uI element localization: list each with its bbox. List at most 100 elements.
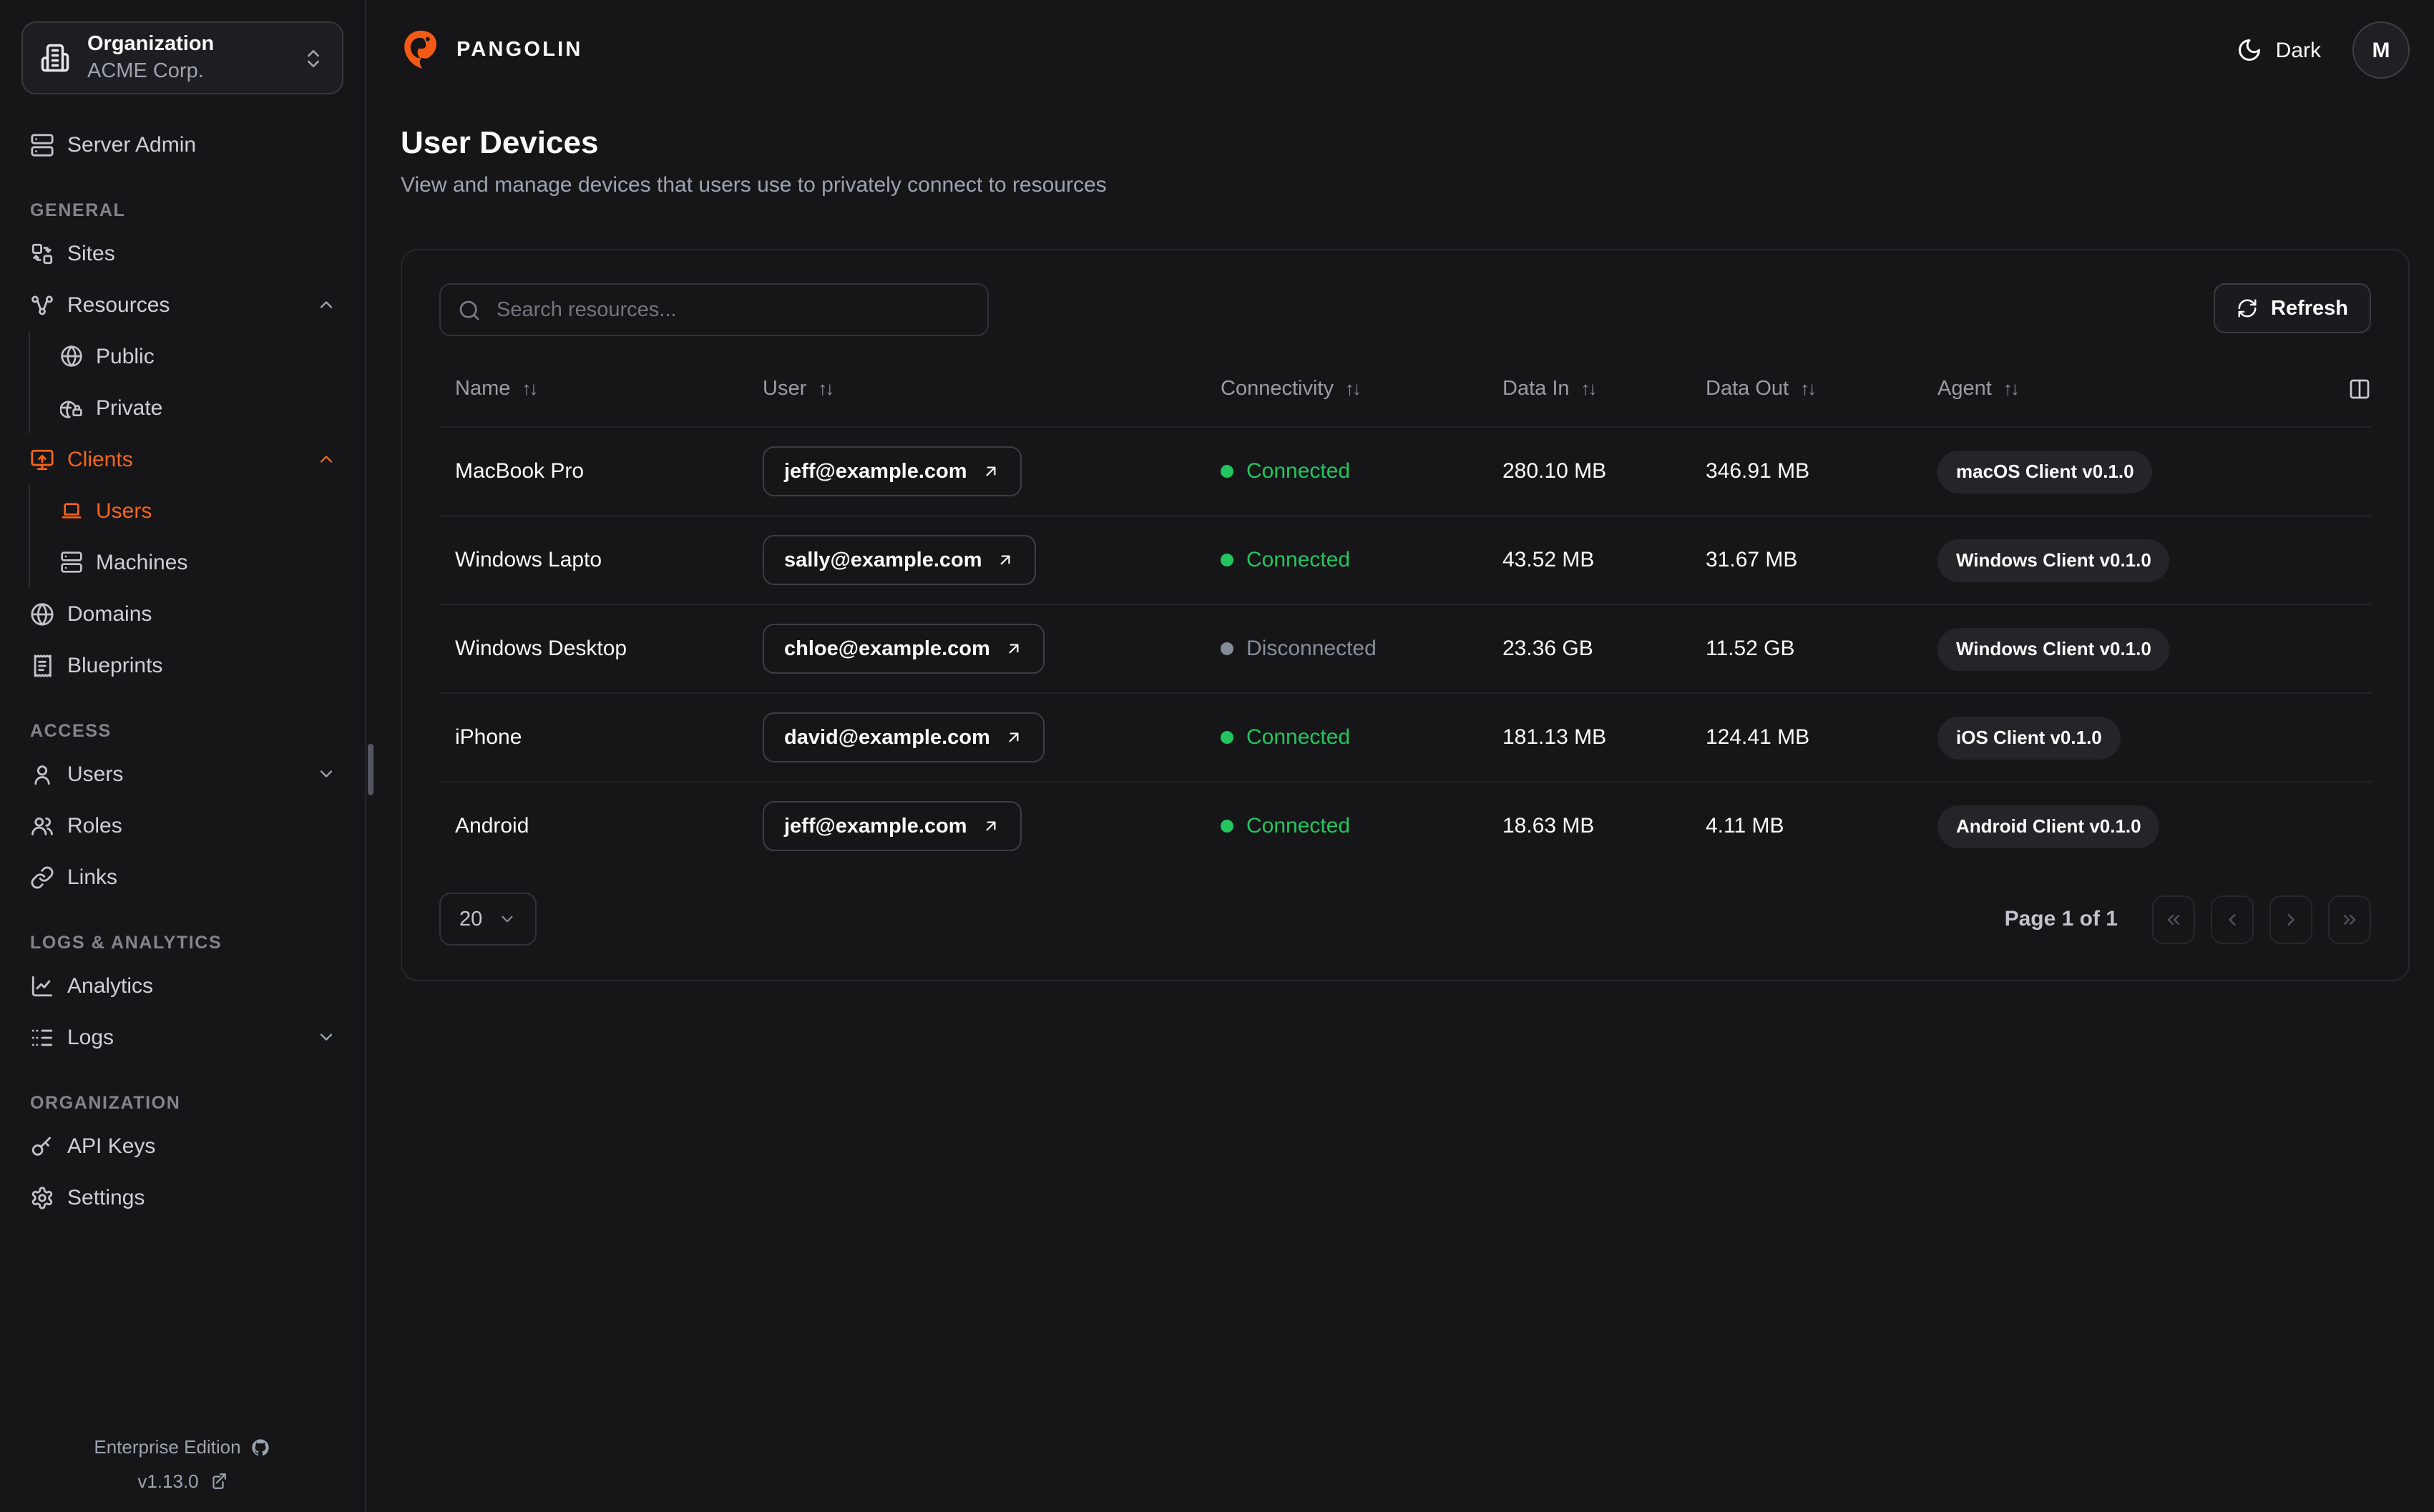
chevrons-left-icon	[2164, 909, 2184, 929]
column-header-data-out[interactable]: Data Out ↑↓	[1706, 377, 1937, 400]
theme-toggle[interactable]: Dark	[2237, 37, 2321, 63]
page-subtitle: View and manage devices that users use t…	[401, 173, 1107, 197]
column-label: Data In	[1502, 377, 1570, 400]
sort-icon[interactable]: ↑↓	[818, 378, 834, 399]
device-name: Windows Desktop	[455, 637, 627, 661]
sidebar-item-logs[interactable]: Logs	[21, 1011, 343, 1063]
laptop-icon	[60, 499, 83, 522]
sidebar-item-private[interactable]: Private	[30, 382, 343, 433]
column-header-name[interactable]: Name ↑↓	[439, 377, 763, 400]
first-page-button[interactable]	[2152, 895, 2195, 943]
data-in-value: 181.13 MB	[1502, 725, 1607, 750]
refresh-button[interactable]: Refresh	[2214, 283, 2371, 333]
brand[interactable]: PANGOLIN	[401, 29, 583, 72]
section-label-general: GENERAL	[30, 200, 126, 220]
sidebar-item-sites[interactable]: Sites	[21, 227, 343, 279]
sort-icon[interactable]: ↑↓	[1800, 378, 1817, 399]
user-link-button[interactable]: jeff@example.com	[763, 446, 1022, 496]
sidebar-item-client-users[interactable]: Users	[30, 485, 343, 536]
sort-icon[interactable]: ↑↓	[522, 378, 538, 399]
column-header-user[interactable]: User ↑↓	[763, 377, 1221, 400]
table-row: MacBook Pro jeff@example.com Connected 2…	[439, 426, 2371, 515]
sidebar-item-label: Roles	[67, 813, 122, 838]
sidebar-item-links[interactable]: Links	[21, 851, 343, 903]
connectivity-status: Connected	[1221, 548, 1502, 572]
sidebar-item-settings[interactable]: Settings	[21, 1172, 343, 1223]
next-page-button[interactable]	[2269, 895, 2312, 943]
chart-line-icon	[30, 973, 54, 998]
globe-icon	[60, 345, 83, 368]
server-icon	[30, 132, 54, 157]
status-dot	[1221, 731, 1233, 744]
search-input[interactable]	[494, 297, 970, 323]
user-link-button[interactable]: chloe@example.com	[763, 624, 1045, 674]
table-header-row: Name ↑↓ User ↑↓ Connectivity ↑↓ Data In …	[439, 350, 2371, 426]
agent-badge: Windows Client v0.1.0	[1937, 539, 2170, 581]
data-out-value: 4.11 MB	[1706, 814, 1784, 838]
edition-label: Enterprise Edition	[94, 1436, 241, 1458]
github-icon	[251, 1437, 271, 1457]
refresh-label: Refresh	[2271, 297, 2348, 320]
device-name: iPhone	[455, 725, 522, 750]
sort-icon[interactable]: ↑↓	[2003, 378, 2020, 399]
sidebar-item-clients[interactable]: Clients	[21, 433, 343, 485]
status-label: Connected	[1246, 548, 1351, 572]
pagination-bar: 20 Page 1 of 1	[439, 893, 2371, 946]
org-selector[interactable]: Organization ACME Corp.	[21, 21, 343, 94]
column-visibility-button[interactable]	[2348, 377, 2371, 400]
avatar[interactable]: M	[2352, 21, 2410, 79]
arrow-up-right-icon	[982, 817, 1000, 835]
column-header-data-in[interactable]: Data In ↑↓	[1502, 377, 1706, 400]
status-dot	[1221, 820, 1233, 833]
key-icon	[30, 1134, 54, 1158]
device-name: Windows Lapto	[455, 548, 602, 572]
resources-icon	[30, 293, 54, 317]
clients-subgroup: Users Machines	[29, 485, 343, 588]
sidebar-item-server-admin[interactable]: Server Admin	[21, 119, 343, 170]
last-page-button[interactable]	[2328, 895, 2371, 943]
viewport: Organization ACME Corp. Server Admin GEN…	[0, 0, 2434, 1512]
user-link-button[interactable]: jeff@example.com	[763, 801, 1022, 851]
sidebar-item-domains[interactable]: Domains	[21, 588, 343, 639]
edition-line[interactable]: Enterprise Edition	[0, 1436, 365, 1458]
user-email: jeff@example.com	[784, 815, 967, 838]
sites-icon	[30, 241, 54, 265]
sidebar-item-analytics[interactable]: Analytics	[21, 960, 343, 1011]
connectivity-status: Connected	[1221, 459, 1502, 483]
org-text: Organization ACME Corp.	[87, 31, 214, 84]
page-size-select[interactable]: 20	[439, 893, 537, 946]
moon-icon	[2237, 37, 2263, 63]
sidebar-item-label: Private	[96, 396, 163, 420]
sidebar-item-users[interactable]: Users	[21, 748, 343, 800]
status-dot	[1221, 465, 1233, 478]
user-link-button[interactable]: david@example.com	[763, 712, 1045, 762]
sidebar-item-roles[interactable]: Roles	[21, 800, 343, 851]
user-email: david@example.com	[784, 726, 990, 749]
column-label: Name	[455, 377, 511, 400]
version-line[interactable]: v1.13.0	[0, 1471, 365, 1492]
list-icon	[30, 1025, 54, 1049]
chevron-up-icon	[316, 295, 336, 315]
user-link-button[interactable]: sally@example.com	[763, 535, 1037, 585]
connectivity-status: Connected	[1221, 814, 1502, 838]
sidebar-item-api-keys[interactable]: API Keys	[21, 1120, 343, 1172]
sidebar-scrollbar-thumb[interactable]	[368, 744, 373, 795]
sidebar-item-blueprints[interactable]: Blueprints	[21, 639, 343, 691]
table-row: iPhone david@example.com Connected 181.1…	[439, 692, 2371, 781]
table-row: Windows Lapto sally@example.com Connecte…	[439, 515, 2371, 604]
user-email: jeff@example.com	[784, 460, 967, 483]
table-row: Windows Desktop chloe@example.com Discon…	[439, 604, 2371, 692]
sort-icon[interactable]: ↑↓	[1581, 378, 1598, 399]
connectivity-status: Connected	[1221, 725, 1502, 750]
section-label-logs-analytics: LOGS & ANALYTICS	[30, 933, 223, 953]
sidebar-item-public[interactable]: Public	[30, 330, 343, 382]
card-toolbar: Refresh	[439, 283, 2371, 336]
sidebar-item-label: Analytics	[67, 973, 154, 998]
column-header-agent[interactable]: Agent ↑↓	[1937, 377, 2331, 400]
sort-icon[interactable]: ↑↓	[1345, 378, 1362, 399]
previous-page-button[interactable]	[2211, 895, 2254, 943]
sidebar-nav: Server Admin GENERAL Sites Resources Pub…	[21, 119, 343, 1223]
sidebar-item-machines[interactable]: Machines	[30, 536, 343, 588]
sidebar-item-resources[interactable]: Resources	[21, 279, 343, 330]
column-header-connectivity[interactable]: Connectivity ↑↓	[1221, 377, 1502, 400]
